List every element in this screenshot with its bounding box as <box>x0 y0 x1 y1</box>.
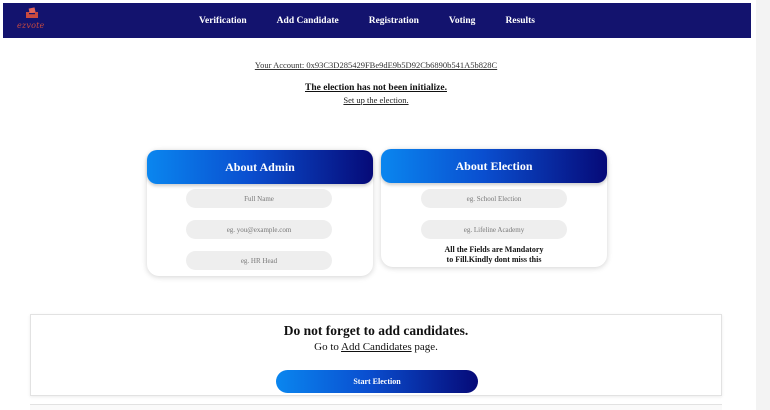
page-scrollbar[interactable] <box>756 0 770 410</box>
nav-results[interactable]: Results <box>505 16 535 26</box>
ballot-logo-icon <box>26 7 38 18</box>
next-panel-edge <box>30 404 722 410</box>
account-address: Your Account: 0x93C3D285429FBe9dE9b5D92C… <box>254 60 498 70</box>
top-navbar: ezvote Verification Add Candidate Regist… <box>3 3 751 38</box>
nav-add-candidate[interactable]: Add Candidate <box>277 16 339 26</box>
nav-voting[interactable]: Voting <box>449 16 476 26</box>
admin-title-input[interactable]: eg. HR Head <box>186 251 332 270</box>
brand-name: ezvote <box>17 21 45 30</box>
start-election-button[interactable]: Start Election <box>276 370 478 393</box>
brand-logo[interactable]: ezvote <box>13 7 63 35</box>
about-election-heading: About Election <box>381 149 607 183</box>
organization-input[interactable]: eg. Lifeline Academy <box>421 220 567 239</box>
candidate-reminder-panel: Do not forget to add candidates. Go to A… <box>30 314 722 396</box>
election-name-input[interactable]: eg. School Election <box>421 189 567 208</box>
mandatory-note-line1: All the Fields are Mandatory <box>444 245 544 254</box>
about-election-card: About Election eg. School Election eg. L… <box>381 149 607 267</box>
reminder-prefix: Go to <box>314 341 339 353</box>
nav-registration[interactable]: Registration <box>369 16 419 26</box>
about-admin-heading: About Admin <box>147 150 373 184</box>
admin-email-input[interactable]: eg. you@example.com <box>186 220 332 239</box>
nav-links: Verification Add Candidate Registration … <box>199 3 565 38</box>
setup-election-link[interactable]: Set up the election. <box>0 95 752 105</box>
about-admin-card: About Admin Full Name eg. you@example.co… <box>147 150 373 276</box>
nav-verification[interactable]: Verification <box>199 16 247 26</box>
reminder-suffix: page. <box>414 341 438 353</box>
reminder-title: Do not forget to add candidates. <box>283 323 469 338</box>
reminder-line: Go to Add Candidates page. <box>31 341 721 353</box>
mandatory-note-line2: to Fill.Kindly dont miss this <box>446 255 542 264</box>
election-status-title: The election has not been initialize. <box>305 83 447 93</box>
admin-full-name-input[interactable]: Full Name <box>186 189 332 208</box>
add-candidates-link[interactable]: Add Candidates <box>341 341 412 353</box>
